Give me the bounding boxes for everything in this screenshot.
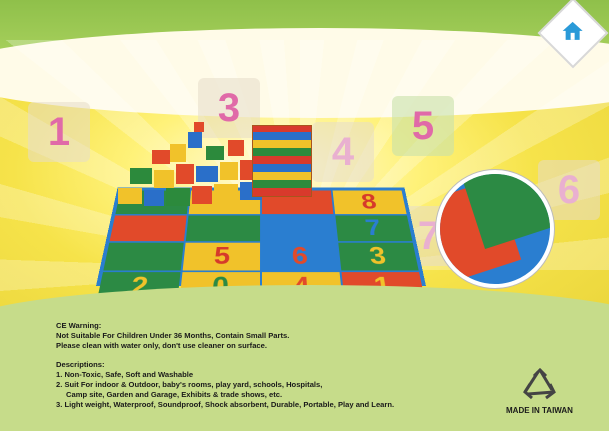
stacked-blocks-tower [252, 125, 312, 197]
warning-line: Please clean with water only, don't use … [56, 341, 496, 351]
made-in-label: MADE IN TAIWAN [506, 406, 573, 415]
mat-tile [103, 243, 183, 271]
description-item: Camp site, Garden and Garage, Exhibits &… [56, 390, 496, 400]
descriptions-title: Descriptions: [56, 360, 496, 370]
description-item: 1. Non-Toxic, Safe, Soft and Washable [56, 370, 496, 380]
description-item: 3. Light weight, Waterproof, Soundproof,… [56, 400, 496, 410]
mat-tile [110, 216, 187, 242]
mat-tile-5: 5 [183, 243, 260, 271]
ghost-tile-5: 5 [392, 96, 454, 156]
mat-tile-8: 8 [333, 190, 407, 214]
mat-tile-3: 3 [338, 243, 418, 271]
ghost-tile-1: 1 [28, 102, 90, 162]
mat-tile [186, 216, 260, 242]
mat-tile-6: 6 [262, 243, 339, 271]
product-banner: 1 3 4 5 6 7 8 7 5 6 3 2 0 4 1 [0, 0, 609, 310]
mat-tile [262, 216, 336, 242]
recycle-icon [522, 368, 558, 402]
warning-title: CE Warning: [56, 321, 496, 331]
mat-edge-zoom [436, 170, 554, 288]
warning-line: Not Suitable For Children Under 36 Month… [56, 331, 496, 341]
mat-tile-7: 7 [335, 216, 412, 242]
description-item: 2. Suit For indoor & Outdoor, baby's roo… [56, 380, 496, 390]
ghost-tile-4: 4 [312, 122, 374, 182]
home-icon [562, 20, 584, 42]
product-description: CE Warning: Not Suitable For Children Un… [56, 321, 496, 410]
